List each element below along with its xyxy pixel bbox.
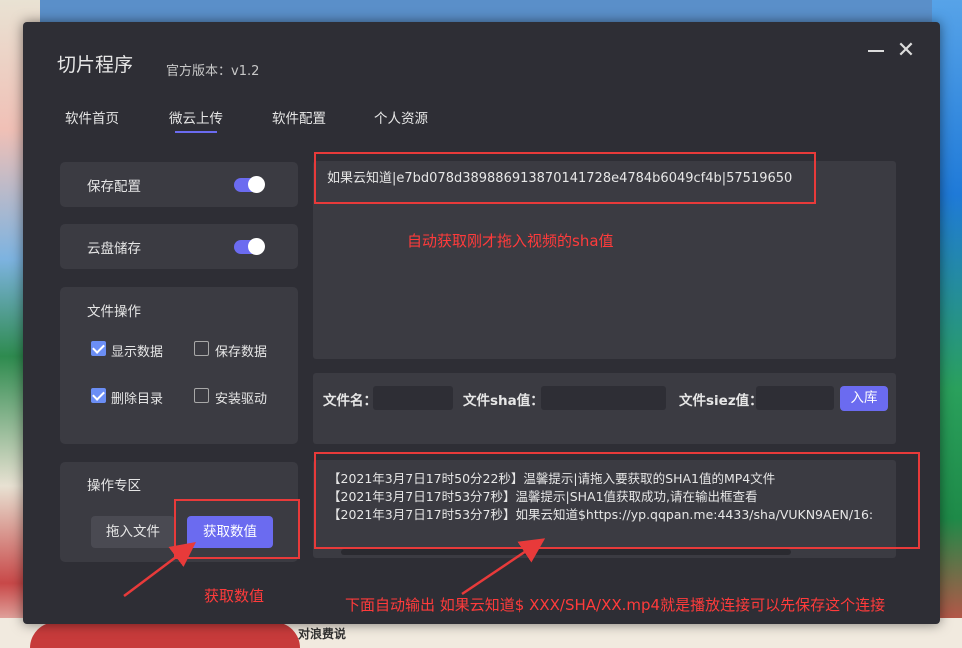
arrow-to-log [461,538,546,596]
annotation-arrows [123,538,546,597]
arrow-to-button [123,542,196,597]
